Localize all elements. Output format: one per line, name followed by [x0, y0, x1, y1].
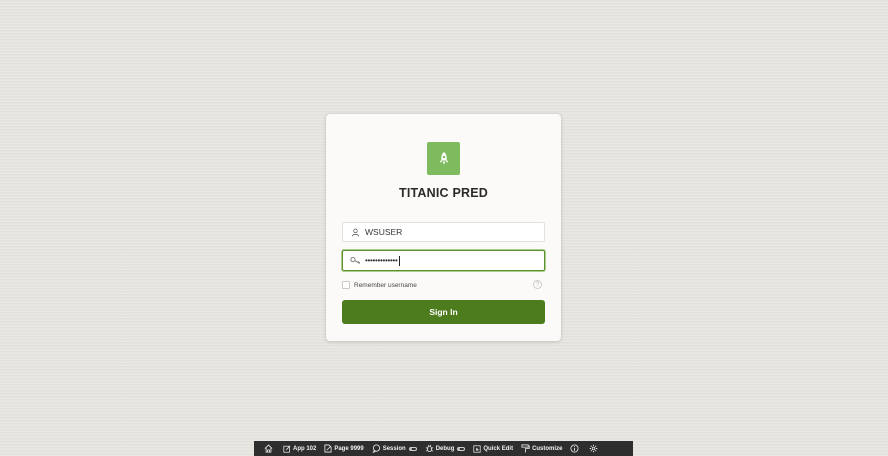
toolbar-home[interactable]	[260, 441, 279, 456]
toolbar-session-label: Session	[382, 445, 406, 452]
remember-username[interactable]: Remember username	[342, 279, 417, 291]
toolbar-page-label: Page 9999	[334, 445, 364, 452]
session-toggle[interactable]	[408, 446, 417, 451]
toolbar-debug[interactable]: Debug	[421, 441, 470, 456]
password-value: •••••••••••••	[365, 256, 398, 265]
toolbar-app[interactable]: App 102	[279, 441, 320, 456]
bug-icon	[425, 444, 433, 453]
gear-icon	[590, 444, 598, 453]
user-icon	[349, 226, 361, 238]
info-icon	[570, 444, 579, 453]
remember-label: Remember username	[354, 281, 417, 289]
toolbar-debug-label: Debug	[435, 445, 455, 452]
toolbar-customize[interactable]: Customize	[517, 441, 566, 456]
session-icon	[372, 444, 380, 453]
debug-toggle[interactable]	[457, 446, 466, 451]
login-card: TITANIC PRED WSUSER ••••••••••••• Rememb…	[326, 114, 561, 341]
username-field[interactable]: WSUSER	[342, 222, 545, 242]
sign-in-button[interactable]: Sign In	[342, 300, 545, 324]
toolbar-session[interactable]: Session	[368, 441, 421, 456]
home-icon	[264, 444, 273, 453]
toolbar-quick-edit-label: Quick Edit	[483, 445, 514, 452]
app-logo	[427, 142, 460, 175]
toolbar-app-label: App 102	[293, 445, 317, 452]
rocket-icon	[439, 151, 448, 165]
edit-page-icon	[324, 444, 332, 453]
edit-app-icon	[283, 445, 291, 453]
app-title: TITANIC PRED	[399, 186, 488, 200]
username-value: WSUSER	[365, 227, 403, 237]
remember-checkbox[interactable]	[342, 281, 350, 289]
developer-toolbar: App 102 Page 9999 Session Debug Quick Ed…	[254, 441, 633, 456]
text-caret	[398, 255, 400, 266]
quick-edit-icon	[473, 444, 481, 453]
toolbar-page[interactable]: Page 9999	[320, 441, 367, 456]
toolbar-quick-edit[interactable]: Quick Edit	[469, 441, 517, 456]
key-icon	[349, 255, 361, 267]
password-field[interactable]: •••••••••••••	[342, 250, 545, 271]
toolbar-settings[interactable]	[585, 441, 604, 456]
toolbar-customize-label: Customize	[532, 445, 563, 452]
toolbar-info[interactable]	[566, 441, 585, 456]
paint-roller-icon	[521, 444, 530, 453]
help-icon[interactable]: ?	[533, 280, 542, 289]
